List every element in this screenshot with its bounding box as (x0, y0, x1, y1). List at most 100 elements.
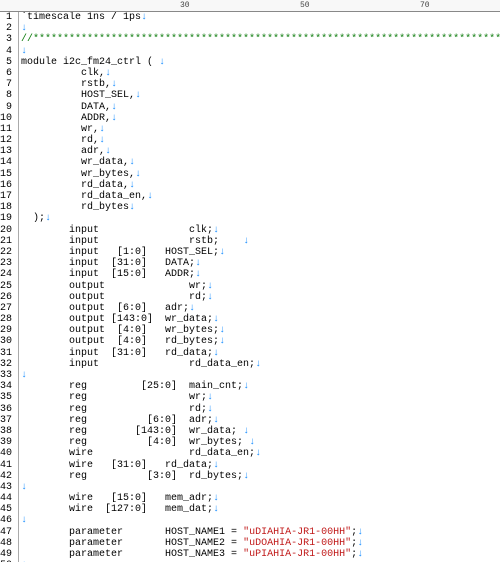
code-text: adr, (21, 146, 105, 157)
string-literal: "uDIAHIA-JR1-00HH" (243, 527, 351, 538)
code-line[interactable]: );↓ (21, 213, 500, 224)
code-line[interactable]: wr_data,↓ (21, 157, 500, 168)
code-line[interactable]: ↓ (21, 370, 500, 381)
newline-icon: ↓ (357, 538, 363, 549)
newline-icon: ↓ (243, 381, 249, 392)
code-line[interactable]: ADDR,↓ (21, 113, 500, 124)
code-line[interactable]: wire [127:0] mem_dat;↓ (21, 504, 500, 515)
code-line[interactable]: rd,↓ (21, 135, 500, 146)
line-number: 12 (0, 135, 12, 146)
newline-icon: ↓ (189, 303, 195, 314)
string-literal: "uPIAHIA-JR1-00HH" (243, 549, 351, 560)
code-line[interactable]: input [1:0] HOST_SEL;↓ (21, 247, 500, 258)
line-number: 31 (0, 348, 12, 359)
newline-icon: ↓ (207, 292, 213, 303)
code-area[interactable]: `timescale 1ns / 1ps↓↓//****************… (19, 12, 500, 562)
line-number: 14 (0, 157, 12, 168)
code-text: wire [127:0] mem_dat; (21, 504, 213, 515)
line-number: 24 (0, 269, 12, 280)
code-line[interactable]: parameter HOST_NAME2 = "uDOAHIA-JR1-00HH… (21, 538, 500, 549)
code-line[interactable]: reg wr;↓ (21, 392, 500, 403)
code-line[interactable]: ↓ (21, 515, 500, 526)
code-line[interactable]: rstb,↓ (21, 79, 500, 90)
code-text: reg wr; (21, 392, 207, 403)
code-text: rd, (21, 135, 99, 146)
code-text: output [143:0] wr_data; (21, 314, 213, 325)
code-line[interactable]: clk,↓ (21, 68, 500, 79)
line-number: 2 (0, 23, 12, 34)
code-line[interactable]: ↓ (21, 46, 500, 57)
newline-icon: ↓ (255, 359, 261, 370)
newline-icon: ↓ (219, 247, 225, 258)
line-number: 6 (0, 68, 12, 79)
newline-icon: ↓ (111, 113, 117, 124)
code-line[interactable]: //**************************************… (21, 34, 500, 45)
newline-icon: ↓ (129, 202, 135, 213)
code-line[interactable]: output [4:0] wr_bytes;↓ (21, 325, 500, 336)
code-line[interactable]: reg [4:0] wr_bytes; ↓ (21, 437, 500, 448)
code-line[interactable]: input clk;↓ (21, 225, 500, 236)
code-line[interactable]: wire [31:0] rd_data;↓ (21, 460, 500, 471)
code-line[interactable]: input [15:0] ADDR;↓ (21, 269, 500, 280)
code-text: output wr; (21, 281, 207, 292)
code-line[interactable]: parameter HOST_NAME3 = "uPIAHIA-JR1-00HH… (21, 549, 500, 560)
code-line[interactable]: wr,↓ (21, 124, 500, 135)
ruler-mark: 70 (420, 0, 430, 12)
code-line[interactable]: reg [143:0] wr_data; ↓ (21, 426, 500, 437)
code-line[interactable]: adr,↓ (21, 146, 500, 157)
code-line[interactable]: DATA,↓ (21, 102, 500, 113)
code-line[interactable]: parameter HOST_NAME1 = "uDIAHIA-JR1-00HH… (21, 527, 500, 538)
newline-icon: ↓ (213, 493, 219, 504)
newline-icon: ↓ (243, 236, 249, 247)
line-number: 25 (0, 281, 12, 292)
code-line[interactable]: output wr;↓ (21, 281, 500, 292)
code-line[interactable]: reg [25:0] main_cnt;↓ (21, 381, 500, 392)
code-line[interactable]: output [4:0] rd_bytes;↓ (21, 336, 500, 347)
line-number: 19 (0, 213, 12, 224)
code-line[interactable]: output [143:0] wr_data;↓ (21, 314, 500, 325)
code-text: output [4:0] rd_bytes; (21, 336, 219, 347)
line-number: 20 (0, 225, 12, 236)
newline-icon: ↓ (105, 146, 111, 157)
line-number: 48 (0, 538, 12, 549)
code-text: rd_data_en, (21, 191, 147, 202)
editor-body: 1234567891011121314151617181920212223242… (0, 12, 500, 562)
code-line[interactable]: `timescale 1ns / 1ps↓ (21, 12, 500, 23)
code-line[interactable]: output rd;↓ (21, 292, 500, 303)
line-number: 38 (0, 426, 12, 437)
line-number: 30 (0, 336, 12, 347)
code-text: parameter HOST_NAME2 = (21, 538, 243, 549)
code-line[interactable]: reg [6:0] adr;↓ (21, 415, 500, 426)
code-line[interactable]: wr_bytes,↓ (21, 169, 500, 180)
code-line[interactable]: rd_data,↓ (21, 180, 500, 191)
code-line[interactable]: HOST_SEL,↓ (21, 90, 500, 101)
code-line[interactable]: input [31:0] rd_data;↓ (21, 348, 500, 359)
line-number: 3 (0, 34, 12, 45)
code-line[interactable]: input rstb; ↓ (21, 236, 500, 247)
code-text: output rd; (21, 292, 207, 303)
newline-icon: ↓ (195, 258, 201, 269)
code-line[interactable]: input rd_data_en;↓ (21, 359, 500, 370)
code-line[interactable]: reg [3:0] rd_bytes;↓ (21, 471, 500, 482)
code-text: reg rd; (21, 404, 207, 415)
code-line[interactable]: rd_bytes↓ (21, 202, 500, 213)
code-text: rstb, (21, 79, 111, 90)
code-text: HOST_SEL, (21, 90, 135, 101)
code-text: input [31:0] rd_data; (21, 348, 213, 359)
newline-icon: ↓ (213, 415, 219, 426)
code-line[interactable]: ↓ (21, 482, 500, 493)
code-line[interactable]: wire rd_data_en;↓ (21, 448, 500, 459)
code-line[interactable]: ↓ (21, 23, 500, 34)
newline-icon: ↓ (357, 527, 363, 538)
ruler-mark: 30 (180, 0, 190, 12)
newline-icon: ↓ (207, 281, 213, 292)
code-line[interactable]: module i2c_fm24_ctrl ( ↓ (21, 57, 500, 68)
code-line[interactable]: rd_data_en,↓ (21, 191, 500, 202)
newline-icon: ↓ (105, 68, 111, 79)
code-line[interactable]: input [31:0] DATA;↓ (21, 258, 500, 269)
code-line[interactable]: reg rd;↓ (21, 404, 500, 415)
code-text: wr_bytes, (21, 169, 135, 180)
code-line[interactable]: wire [15:0] mem_adr;↓ (21, 493, 500, 504)
code-line[interactable]: output [6:0] adr;↓ (21, 303, 500, 314)
newline-icon: ↓ (141, 12, 147, 23)
